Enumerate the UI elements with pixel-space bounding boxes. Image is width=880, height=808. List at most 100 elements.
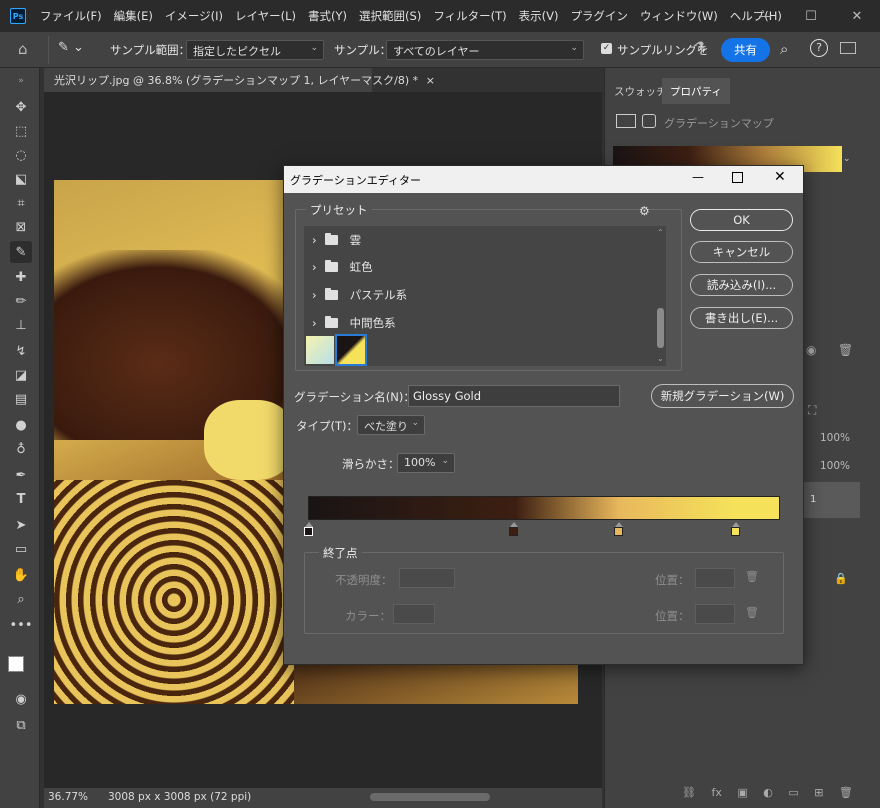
share-button[interactable]: 共有 bbox=[721, 38, 770, 62]
cancel-button[interactable]: キャンセル bbox=[690, 241, 793, 263]
new-gradient-button[interactable]: 新規グラデーション(W) bbox=[651, 384, 794, 408]
screen-mode-icon[interactable]: ⧉ bbox=[10, 714, 32, 736]
gradient-tool-icon[interactable]: ▤ bbox=[10, 388, 32, 410]
eraser-tool-icon[interactable]: ◪ bbox=[10, 364, 32, 386]
preset-swatch-pastel[interactable] bbox=[306, 336, 334, 364]
gradient-dropdown-icon[interactable]: ⌄ bbox=[843, 146, 855, 172]
minimize-button[interactable]: — bbox=[742, 0, 788, 32]
menu-window[interactable]: ウィンドウ(W) bbox=[634, 8, 724, 24]
move-tool-icon[interactable]: ✥ bbox=[10, 96, 32, 118]
rectangle-tool-icon[interactable]: ▭ bbox=[10, 538, 32, 560]
maximize-button[interactable]: ☐ bbox=[788, 0, 834, 32]
history-brush-tool-icon[interactable]: ↯ bbox=[10, 340, 32, 362]
preset-folder-pastel[interactable]: › パステル系 bbox=[312, 283, 407, 307]
gradient-name-input[interactable]: Glossy Gold bbox=[408, 385, 620, 407]
color-label: カラー： bbox=[345, 609, 391, 623]
menu-plugins[interactable]: プラグイン bbox=[564, 8, 634, 24]
folder-icon bbox=[324, 233, 338, 245]
presets-label: プリセット bbox=[306, 202, 372, 218]
dodge-tool-icon[interactable]: ♁ bbox=[10, 438, 32, 460]
menu-file[interactable]: ファイル(F) bbox=[34, 8, 108, 24]
frame-tool-icon[interactable]: ⊠ bbox=[10, 216, 32, 238]
pen-tool-icon[interactable]: ✒ bbox=[10, 464, 32, 486]
gear-icon[interactable]: ⚙ bbox=[639, 204, 650, 218]
preset-folder-clouds[interactable]: › 雲 bbox=[312, 228, 361, 252]
mask-icon[interactable] bbox=[642, 114, 656, 128]
sample-layers-select[interactable]: すべてのレイヤー ⌄ bbox=[386, 40, 584, 60]
brush-tool-icon[interactable]: ✏ bbox=[10, 290, 32, 312]
menu-bar: Ps ファイル(F) 編集(E) イメージ(I) レイヤー(L) 書式(Y) 選… bbox=[0, 0, 880, 32]
hand-tool-icon[interactable]: ✋ bbox=[10, 564, 32, 586]
quick-mask-icon[interactable]: ◉ bbox=[10, 688, 32, 710]
zoom-tool-icon[interactable]: ⌕ bbox=[10, 588, 32, 610]
menu-image[interactable]: イメージ(I) bbox=[159, 8, 229, 24]
workspace-icon[interactable] bbox=[840, 42, 856, 54]
collapse-icon[interactable]: » bbox=[10, 70, 32, 92]
divider bbox=[48, 36, 49, 64]
menu-select[interactable]: 選択範囲(S) bbox=[353, 8, 427, 24]
zoom-level[interactable]: 36.77% bbox=[48, 791, 88, 803]
tab-properties[interactable]: プロパティ bbox=[662, 78, 730, 104]
color-stop-3[interactable] bbox=[614, 522, 623, 536]
save-button[interactable]: 書き出し(E)... bbox=[690, 307, 793, 329]
menu-edit[interactable]: 編集(E) bbox=[108, 8, 159, 24]
visibility-icon[interactable]: ◉ bbox=[806, 343, 816, 357]
dialog-close-icon[interactable]: ✕ bbox=[774, 169, 786, 185]
menu-view[interactable]: 表示(V) bbox=[513, 8, 565, 24]
menu-type[interactable]: 書式(Y) bbox=[302, 8, 353, 24]
menu-layer[interactable]: レイヤー(L) bbox=[229, 8, 302, 24]
more-tools-icon[interactable]: ••• bbox=[10, 614, 33, 636]
document-tab[interactable]: 光沢リップ.jpg @ 36.8% (グラデーションマップ 1, レイヤーマスク… bbox=[44, 68, 435, 92]
type-tool-icon[interactable]: T bbox=[10, 488, 32, 510]
object-select-tool-icon[interactable]: ⬕ bbox=[10, 168, 32, 190]
smoothness-select[interactable]: 100% ⌄ bbox=[397, 453, 455, 473]
color-swatch-input bbox=[393, 604, 435, 624]
presets-scrollbar[interactable]: ⌃ ⌄ bbox=[656, 228, 666, 364]
dialog-minimize-icon[interactable]: — bbox=[692, 170, 712, 184]
type-select[interactable]: べた塗り ⌄ bbox=[357, 415, 425, 435]
crop-tool-icon[interactable]: ⌗ bbox=[10, 192, 32, 214]
lasso-tool-icon[interactable]: ◌ bbox=[10, 144, 32, 166]
help-icon[interactable]: ? bbox=[810, 39, 828, 57]
healing-brush-tool-icon[interactable]: ✚ bbox=[10, 266, 32, 288]
trash-icon: 🗑 bbox=[745, 570, 759, 583]
layer-row-selected[interactable]: 1 bbox=[804, 482, 860, 518]
flask-icon[interactable]: ⚗ bbox=[694, 40, 706, 55]
preset-swatch-gold[interactable] bbox=[335, 334, 367, 366]
close-window-button[interactable]: ✕ bbox=[834, 0, 880, 32]
search-icon[interactable]: ⌕ bbox=[780, 40, 788, 58]
color-stop-1[interactable] bbox=[304, 522, 313, 536]
sample-size-select[interactable]: 指定したピクセル ⌄ bbox=[186, 40, 324, 60]
path-select-tool-icon[interactable]: ➤ bbox=[10, 514, 32, 536]
eyedropper-tool-icon[interactable]: ✎ bbox=[10, 241, 32, 263]
sample-size-label: サンプル範囲： bbox=[110, 43, 191, 57]
dialog-titlebar[interactable]: グラデーションエディター bbox=[284, 166, 803, 193]
blur-tool-icon[interactable]: ● bbox=[10, 414, 32, 436]
menu-filter[interactable]: フィルター(T) bbox=[427, 8, 512, 24]
home-icon[interactable]: ⌂ bbox=[18, 40, 40, 60]
load-button[interactable]: 読み込み(I)... bbox=[690, 274, 793, 296]
sampling-ring-checkbox[interactable]: ✓ bbox=[601, 43, 612, 54]
foreground-color-swatch[interactable] bbox=[8, 656, 24, 672]
gradient-bar[interactable] bbox=[308, 496, 780, 520]
transform-icon[interactable]: ⛶ bbox=[808, 403, 816, 418]
horizontal-scrollbar[interactable] bbox=[370, 793, 490, 801]
preset-folder-neutral[interactable]: › 中間色系 bbox=[312, 311, 396, 335]
stamp-tool-icon[interactable]: ⊥ bbox=[10, 314, 32, 336]
trash-icon[interactable]: 🗑 bbox=[838, 343, 853, 357]
stops-group: 終了点 不透明度： カラー： 位置： 🗑 位置： 🗑 bbox=[304, 545, 784, 634]
preset-folder-rainbow[interactable]: › 虹色 bbox=[312, 255, 373, 279]
opacity-value[interactable]: 100% bbox=[820, 432, 850, 444]
color-location-label: 位置： bbox=[655, 609, 690, 623]
lock-icon[interactable]: 🔒 bbox=[834, 572, 848, 585]
fill-value[interactable]: 100% bbox=[820, 460, 850, 472]
color-stop-4[interactable] bbox=[731, 522, 740, 536]
ok-button[interactable]: OK bbox=[690, 209, 793, 231]
eyedropper-icon[interactable]: ✎ ⌄ bbox=[58, 40, 94, 60]
color-stop-2[interactable] bbox=[509, 522, 518, 536]
dialog-maximize-icon[interactable] bbox=[732, 172, 743, 183]
close-tab-icon[interactable]: × bbox=[426, 74, 435, 87]
marquee-tool-icon[interactable]: ⬚ bbox=[10, 120, 32, 142]
layer-actions-icons[interactable]: ⛓ fx ▣ ◐ ▭ ⊞ 🗑 bbox=[682, 786, 853, 799]
presets-list[interactable]: › 雲 › 虹色 › パステル系 › 中間色系 ⌃ ⌄ bbox=[304, 226, 666, 366]
